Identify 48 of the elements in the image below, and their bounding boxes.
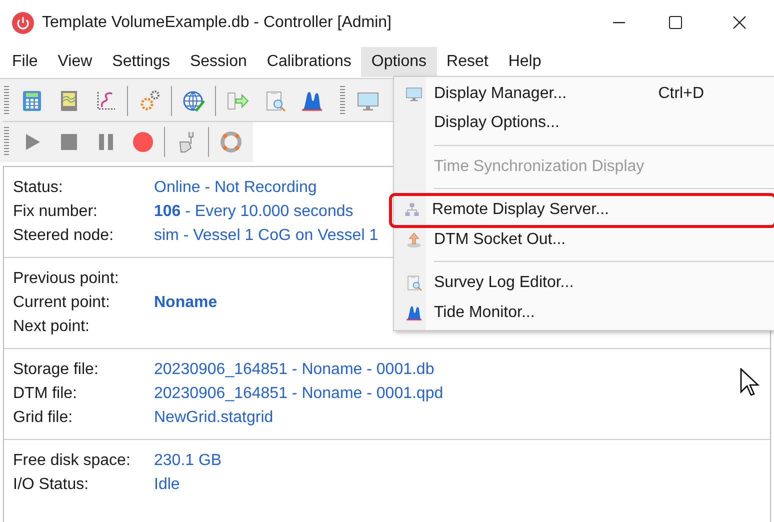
field-label: DTM file: (13, 384, 78, 404)
tide-icon (300, 89, 324, 113)
menu-bar-item[interactable]: View (48, 46, 102, 76)
field-value: 230.1 GB (154, 451, 222, 471)
menu-item[interactable]: Display Options... (394, 108, 774, 138)
field-label: I/O Status: (13, 475, 90, 495)
field-value: Idle (154, 475, 180, 495)
monitor-icon (405, 84, 423, 103)
tide-icon (405, 304, 423, 322)
field-label: Fix number: (13, 202, 98, 222)
menu-bar-item[interactable]: File (2, 46, 48, 76)
maximize-icon (669, 16, 682, 29)
power-icon (12, 12, 34, 34)
field-label: Status: (13, 178, 64, 198)
window-title: Template VolumeExample.db - Controller [Admin] (42, 12, 392, 32)
record-icon (130, 130, 154, 154)
field-value: 20230906_164851 - Noname - 0001.qpd (154, 384, 444, 404)
upload-icon (405, 230, 423, 249)
field-label: Storage file: (13, 360, 100, 380)
menu-bar-item[interactable]: Help (498, 46, 552, 76)
field-label: Grid file: (13, 408, 74, 428)
field-value: Noname (154, 293, 218, 313)
menu-item[interactable]: Survey Log Editor... (394, 268, 774, 298)
mouse-cursor-icon (740, 368, 760, 398)
minimize-icon (612, 22, 624, 24)
field-value: 106 - Every 10.000 seconds (154, 202, 354, 222)
menu-bar-item[interactable]: Reset (436, 46, 498, 76)
field-label: Current point: (13, 293, 111, 313)
menu-item[interactable]: Tide Monitor... (394, 298, 774, 328)
field-value: sim - Vessel 1 CoG on Vessel 1 (154, 226, 378, 246)
clipboard-icon (405, 274, 423, 292)
lifebuoy-icon (218, 130, 242, 154)
globe-icon (182, 89, 206, 113)
field-label: Steered node: (13, 226, 115, 246)
field-value: NewGrid.statgrid (154, 408, 274, 428)
menu-bar-item[interactable]: Options (361, 46, 437, 76)
field-label: Next point: (13, 317, 90, 337)
field-value: Online - Not Recording (154, 178, 317, 198)
close-icon (732, 16, 746, 29)
field-label: Free disk space: (13, 451, 132, 471)
menu-item[interactable]: Remote Display Server... (392, 196, 774, 225)
field-label: Previous point: (13, 269, 120, 289)
menu-item[interactable]: DTM Socket Out... (394, 225, 774, 254)
menu-bar-item[interactable]: Calibrations (256, 46, 362, 76)
shortcut-text: Ctrl+D (658, 84, 704, 104)
field-value: 20230906_164851 - Noname - 0001.db (154, 360, 434, 380)
menu-bar-item[interactable]: Session (180, 46, 257, 76)
menu-bar-item[interactable]: Settings (102, 46, 180, 76)
